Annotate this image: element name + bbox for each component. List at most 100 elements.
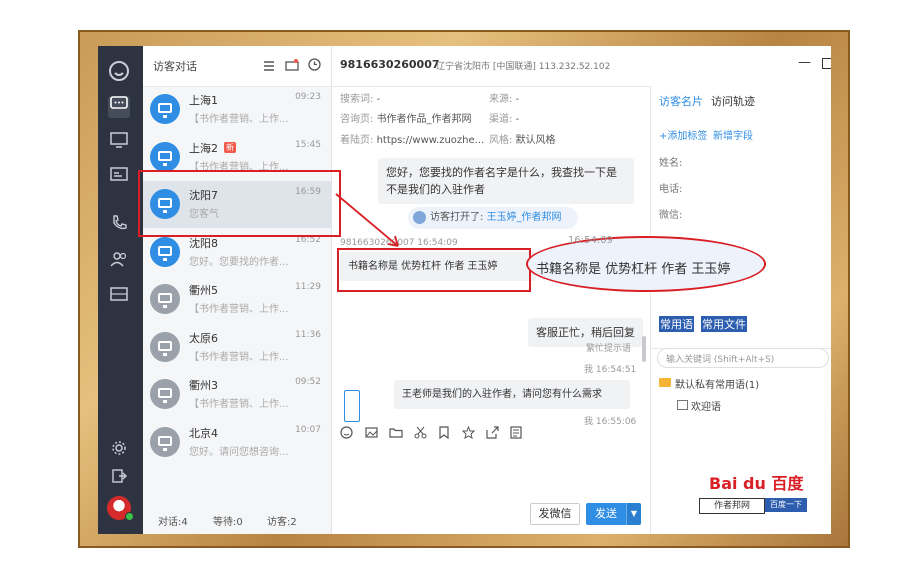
conversation-item[interactable]: 衢州5 11:29 【书作者营销、上作...	[143, 276, 331, 323]
monitor-glyph	[158, 150, 172, 166]
meta-keyword-value: -	[376, 94, 381, 105]
visitor-id: 9816630260007	[340, 58, 440, 71]
monitor-glyph	[158, 293, 172, 308]
meta-style: 风格: 默认风格	[489, 131, 556, 146]
agent-message-2: 王老师是我们的入驻作者，请问您有什么需求	[394, 380, 630, 409]
monitor-glyph	[158, 245, 172, 261]
meta-page: 咨询页: 书作者作品_作者邦网	[340, 110, 472, 125]
watermark-right: 百度一下	[765, 498, 807, 512]
visitor-location: 辽宁省沈阳市 [中国联通] 113.232.52.102	[436, 62, 611, 72]
conversation-time: 15:45	[295, 139, 321, 150]
send-wechat-button[interactable]: 发微信	[530, 503, 580, 525]
doc-icon[interactable]	[510, 426, 522, 442]
conversation-item[interactable]: 衢州3 09:52 【书作者营销、上作...	[143, 371, 331, 418]
monitor-avatar-icon	[150, 426, 180, 457]
nav-rail	[98, 46, 143, 534]
online-status-dot	[125, 512, 134, 521]
baidu-watermark: Bai du 百度 作者邦网 百度一下	[699, 468, 807, 516]
meta-page-value: 书作者作品_作者邦网	[376, 114, 472, 125]
conversation-list-header: 访客对话	[143, 46, 331, 87]
send-options-chevron-icon[interactable]: ▼	[626, 503, 641, 525]
monitor-glyph	[158, 388, 172, 403]
gear-icon[interactable]	[108, 440, 130, 462]
folder-icon	[659, 378, 671, 387]
conversation-name: 上海2	[189, 141, 218, 155]
tab-common-phrases[interactable]: 常用语	[659, 316, 694, 332]
scissors-icon[interactable]	[414, 426, 427, 442]
phrase-item[interactable]: 欢迎语	[691, 398, 721, 413]
add-field-link[interactable]: 新增字段	[713, 127, 753, 142]
chat-scrollbar[interactable]	[642, 336, 646, 362]
wait-count: 等待:0	[213, 517, 243, 528]
conversation-item[interactable]: 上海1 09:23 【书作者营销、上作...	[143, 86, 331, 133]
conversation-list: 访客对话 上海1 09:23 【书作者营销、上作... 上海2 新 15:45 【书作者营销…	[143, 46, 332, 534]
chat-icon[interactable]	[108, 96, 130, 118]
visitor-opened-notice: 访客打开了: 王玉婷_作者邦网	[408, 207, 578, 229]
folder-icon[interactable]	[389, 426, 403, 442]
send-button[interactable]: 发送	[586, 503, 626, 525]
card-icon[interactable]	[108, 166, 130, 188]
users-icon[interactable]	[108, 250, 130, 272]
busy-note: 繁忙提示语	[586, 344, 632, 354]
annotation-arrow	[335, 193, 399, 247]
name-label: 姓名:	[659, 158, 683, 169]
qr-icon[interactable]	[263, 57, 275, 76]
conversation-time: 11:36	[295, 329, 321, 340]
image-icon[interactable]	[365, 426, 378, 442]
conversation-item[interactable]: 北京4 10:07 您好。请问您想咨询...	[143, 419, 331, 466]
meta-channel-value: -	[515, 114, 520, 125]
add-tag-link[interactable]: +添加标签	[659, 127, 707, 142]
conversation-time: 10:07	[295, 424, 321, 435]
watermark-left: 作者邦网	[699, 498, 765, 514]
clock-icon[interactable]	[308, 56, 321, 75]
talk-count: 对话:4	[158, 517, 188, 528]
zoom-ellipse: 16:54:09 书籍名称是 优势杠杆 作者 王玉婷	[526, 235, 766, 292]
exit-icon[interactable]	[108, 468, 130, 490]
monitor-icon[interactable]	[108, 132, 130, 154]
conversation-preview: 您好。您要找的作者...	[189, 256, 289, 268]
conversation-preview: 【书作者营销、上作...	[189, 399, 289, 410]
chat-panel: 搜索词: - 来源: - 咨询页: 书作者作品_作者邦网 渠道: - 着陆页: …	[332, 86, 650, 534]
tab-visitor-card[interactable]: 访客名片	[659, 93, 703, 109]
phrase-search-input[interactable]: 输入关键词 (Shift+Alt+S)	[657, 348, 829, 368]
conversation-preview: 【书作者营销、上作...	[189, 351, 289, 363]
bookmark-icon[interactable]	[438, 426, 450, 442]
share-icon[interactable]	[486, 426, 499, 442]
minimize-button[interactable]: —	[798, 55, 811, 70]
conversation-name: 衢州5	[189, 284, 218, 297]
meta-source-label: 来源:	[489, 94, 513, 105]
meta-style-label: 风格:	[489, 135, 513, 146]
monitor-avatar-icon	[150, 379, 180, 409]
conversation-name: 衢州3	[189, 379, 218, 392]
phone-label: 电话:	[659, 184, 683, 195]
phrase-folder[interactable]: 默认私有常用语(1)	[675, 376, 759, 391]
my-time-1: 我 16:54:51	[584, 365, 637, 375]
star-icon[interactable]	[461, 425, 476, 442]
meta-landing: 着陆页: https://www.zuozhe...	[340, 131, 484, 146]
conversation-preview: 【书作者营销、上作...	[189, 304, 289, 315]
status-bar: 对话:4 等待:0 访客:2	[143, 504, 331, 534]
monitor-glyph	[158, 435, 172, 451]
conversation-item[interactable]: 太原6 11:36 【书作者营销、上作...	[143, 324, 331, 371]
new-badge: 新	[224, 141, 236, 153]
emoji-icon[interactable]	[340, 426, 353, 442]
phrase-search-placeholder: 输入关键词 (Shift+Alt+S)	[666, 355, 775, 365]
opened-link[interactable]: 王玉婷_作者邦网	[487, 212, 562, 223]
monitor-glyph	[158, 340, 172, 356]
tab-common-files[interactable]: 常用文件	[701, 316, 747, 332]
building-icon[interactable]	[285, 56, 299, 75]
meta-landing-value[interactable]: https://www.zuozhe...	[377, 135, 485, 146]
maximize-button[interactable]	[822, 58, 831, 69]
meta-source-value: -	[515, 94, 520, 105]
tab-visit-trail[interactable]: 访问轨迹	[711, 93, 755, 109]
ticket-icon[interactable]	[108, 286, 130, 308]
phone-icon[interactable]	[108, 214, 130, 236]
baidu-logo: Bai du 百度	[709, 474, 804, 493]
smiley-logo-icon	[108, 60, 130, 82]
highlight-box-selected	[138, 170, 341, 237]
monitor-avatar-icon	[150, 331, 180, 362]
chat-header: 9816630260007 辽宁省沈阳市 [中国联通] 113.232.52.1…	[332, 46, 831, 87]
conversation-time: 09:52	[295, 377, 321, 387]
app-window: 访客对话 上海1 09:23 【书作者营销、上作... 上海2 新 15:45 【书作者营销…	[98, 46, 831, 534]
conversation-name: 北京4	[189, 426, 218, 440]
